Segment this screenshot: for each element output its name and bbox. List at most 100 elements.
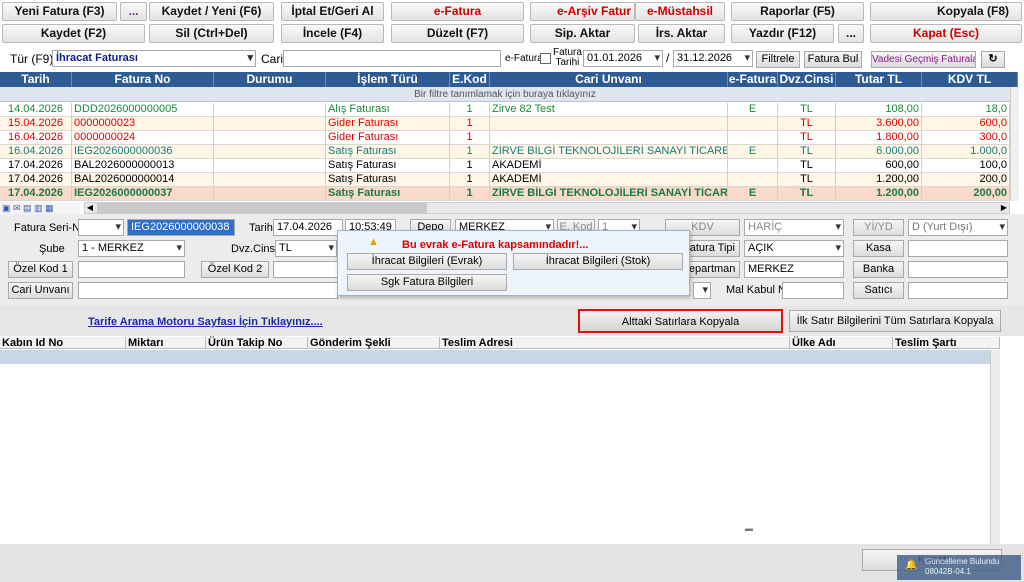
col-ulke[interactable]: Ülke Adı <box>790 337 893 349</box>
kopyala-button[interactable]: Kopyala (F8) <box>870 2 1022 21</box>
ihracat-evrak-button[interactable]: İhracat Bilgileri (Evrak) <box>347 253 507 270</box>
cell-ef[interactable] <box>728 173 778 187</box>
cell-tutar[interactable]: 6.000,00 <box>836 145 922 159</box>
ozel-kod-1-button[interactable]: Özel Kod 1 <box>8 261 73 278</box>
duzelt-button[interactable]: Düzelt (F7) <box>391 24 524 43</box>
grid-navigator-icons[interactable]: ▣ ✉ ▤ ▥ ▦ <box>0 202 80 214</box>
cell-islem[interactable]: Alış Faturası <box>326 103 450 117</box>
sgk-bilgileri-button[interactable]: Sgk Fatura Bilgileri <box>347 274 507 291</box>
grid-vscrollbar[interactable] <box>1010 87 1019 201</box>
fatura-tipi-select[interactable]: AÇIK <box>744 240 844 257</box>
seri-select[interactable] <box>78 219 124 236</box>
cell-cari[interactable]: ZİRVE BİLGİ TEKNOLOJİLERİ SANAYİ TİCARET… <box>490 187 728 201</box>
departman-input[interactable]: MERKEZ <box>744 261 844 278</box>
cell-tutar[interactable]: 600,00 <box>836 159 922 173</box>
cell-kdv[interactable]: 200,00 <box>922 187 1010 201</box>
satici-button[interactable]: Satıcı <box>853 282 904 299</box>
scroll-thumb[interactable] <box>97 203 427 213</box>
cell-tarih[interactable]: 16.04.2026 <box>0 145 72 159</box>
cell-tutar[interactable]: 108,00 <box>836 103 922 117</box>
col-durumu[interactable]: Durumu <box>214 72 326 87</box>
cell-islem[interactable]: Satış Faturası <box>326 145 450 159</box>
cell-cari[interactable]: AKADEMİ <box>490 173 728 187</box>
kaydet-yeni-button[interactable]: Kaydet / Yeni (F6) <box>149 2 274 21</box>
cell-dvz[interactable]: TL <box>778 159 836 173</box>
cell-tarih[interactable]: 17.04.2026 <box>0 187 72 201</box>
cell-dvz[interactable]: TL <box>778 131 836 145</box>
table-row[interactable]: 14.04.2026 DDD2026000000005 Alış Faturası 1… <box>0 103 1010 117</box>
yazdir-button[interactable]: Yazdır (F12) <box>731 24 834 43</box>
cell-tarih[interactable]: 14.04.2026 <box>0 103 72 117</box>
satici-input[interactable] <box>908 282 1008 299</box>
cell-kdv[interactable]: 100,0 <box>922 159 1010 173</box>
cell-no[interactable]: 0000000023 <box>72 117 214 131</box>
cell-no[interactable]: BAL2026000000013 <box>72 159 214 173</box>
cell-durum[interactable] <box>214 131 326 145</box>
cell-no[interactable]: IEG2026000000037 <box>72 187 214 201</box>
filter-row[interactable]: Bir filtre tanımlamak için buraya tıklay… <box>0 87 1010 102</box>
cell-no[interactable]: DDD2026000000005 <box>72 103 214 117</box>
col-islem-turu[interactable]: İşlem Türü <box>326 72 450 87</box>
scroll-right-icon[interactable]: ▶ <box>999 203 1009 213</box>
refresh-icon[interactable]: ↻ <box>981 51 1005 68</box>
cell-kdv[interactable]: 600,0 <box>922 117 1010 131</box>
scroll-left-icon[interactable]: ◀ <box>85 203 95 213</box>
cell-dvz[interactable]: TL <box>778 117 836 131</box>
cell-no[interactable]: BAL2026000000014 <box>72 173 214 187</box>
date-to-picker[interactable]: 31.12.2026 <box>673 50 753 67</box>
cell-no[interactable]: IEG2026000000036 <box>72 145 214 159</box>
sil-button[interactable]: Sil (Ctrl+Del) <box>149 24 274 43</box>
col-kabin-id[interactable]: Kabın Id No <box>0 337 126 349</box>
fatura-bul-button[interactable]: Fatura Bul <box>804 51 862 68</box>
kdv-select[interactable]: HARİÇ <box>744 219 844 236</box>
cell-kdv[interactable]: 1.000,0 <box>922 145 1010 159</box>
resize-handle-icon[interactable]: ▬ <box>745 525 757 533</box>
kasa-button[interactable]: Kasa <box>853 240 904 257</box>
sube-select[interactable]: 1 - MERKEZ <box>78 240 185 257</box>
earsiv-button[interactable]: e-Arşiv Fatur <box>530 2 635 21</box>
detail-vscrollbar[interactable] <box>990 350 1000 544</box>
more-button-1[interactable]: ... <box>120 2 147 21</box>
cell-ef[interactable] <box>728 159 778 173</box>
extra-select[interactable] <box>693 282 711 299</box>
col-miktari[interactable]: Miktarı <box>126 337 206 349</box>
grid-hscrollbar[interactable]: ◀ ▶ <box>84 202 1010 214</box>
yeni-fatura-button[interactable]: Yeni Fatura (F3) <box>2 2 117 21</box>
efatura-button[interactable]: e-Fatura <box>391 2 524 21</box>
emustahsil-button[interactable]: e-Müstahsil <box>635 2 725 21</box>
cell-ef[interactable]: E <box>728 187 778 201</box>
dvz-select[interactable]: TL <box>275 240 337 257</box>
banka-input[interactable] <box>908 261 1008 278</box>
cell-tutar[interactable]: 1.200,00 <box>836 173 922 187</box>
col-ekod[interactable]: E.Kod <box>450 72 490 87</box>
table-row[interactable]: 17.04.2026 IEG2026000000037 Satış Faturası… <box>0 187 1010 201</box>
col-tarih[interactable]: Tarih <box>0 72 72 87</box>
cell-dvz[interactable]: TL <box>778 103 836 117</box>
vadesi-gecmis-button[interactable]: Vadesi Geçmiş Faturalar <box>871 51 976 68</box>
cell-cari[interactable]: ZİRVE BİLGİ TEKNOLOJİLERİ SANAYİ TİCARET… <box>490 145 728 159</box>
table-row[interactable]: 16.04.2026 IEG2026000000036 Satış Faturası… <box>0 145 1010 159</box>
cell-tutar[interactable]: 1.200,00 <box>836 187 922 201</box>
col-efatura[interactable]: e-Fatura <box>728 72 778 87</box>
cari-unvani-input[interactable] <box>78 282 338 299</box>
mal-kabul-input[interactable] <box>782 282 844 299</box>
cell-cari[interactable]: Zirve 82 Test <box>490 103 728 117</box>
col-dvz-cinsi[interactable]: Dvz.Cinsi <box>778 72 836 87</box>
cell-kdv[interactable]: 18,0 <box>922 103 1010 117</box>
cell-tarih[interactable]: 17.04.2026 <box>0 173 72 187</box>
table-row[interactable]: 17.04.2026 BAL2026000000013 Satış Faturası… <box>0 159 1010 173</box>
yiyd-select[interactable]: D (Yurt Dışı) <box>908 219 1008 236</box>
ozel-kod-2-input[interactable] <box>273 261 339 278</box>
cell-islem[interactable]: Satış Faturası <box>326 159 450 173</box>
col-kdv[interactable]: KDV TL <box>922 72 1018 87</box>
table-row[interactable]: 17.04.2026 BAL2026000000014 Satış Faturası… <box>0 173 1010 187</box>
sip-aktar-button[interactable]: Sip. Aktar <box>530 24 635 43</box>
cell-ekod[interactable]: 1 <box>450 103 490 117</box>
cell-no[interactable]: 0000000024 <box>72 131 214 145</box>
raporlar-button[interactable]: Raporlar (F5) <box>731 2 864 21</box>
cell-kdv[interactable]: 200,0 <box>922 173 1010 187</box>
detail-selected-row[interactable] <box>0 350 990 364</box>
cell-kdv[interactable]: 300,0 <box>922 131 1010 145</box>
cell-cari[interactable] <box>490 117 728 131</box>
cell-ekod[interactable]: 1 <box>450 131 490 145</box>
